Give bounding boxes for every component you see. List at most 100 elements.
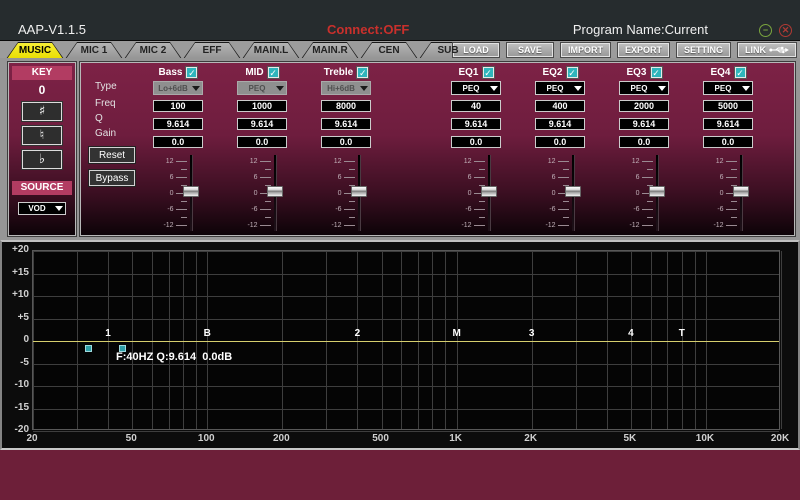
band-type-dropdown[interactable]: Hi+6dB [321,81,371,95]
export-button[interactable]: EXPORT [618,43,669,57]
band-freq-input[interactable]: 100 [153,100,203,112]
tab-main-l[interactable]: MAIN.L [242,42,300,59]
chevron-down-icon [360,86,368,91]
slider-track[interactable] [656,155,659,231]
close-icon[interactable]: ✕ [779,24,792,37]
band-enable-checkbox[interactable]: ✓ [268,67,279,78]
band-freq-input[interactable]: 5000 [703,100,753,112]
band-marker-3[interactable]: 3 [529,328,535,339]
band-q-input[interactable]: 9.614 [619,118,669,130]
slider-handle[interactable] [733,186,749,197]
save-button[interactable]: SAVE [507,43,553,57]
tab-mic-2[interactable]: MIC 2 [124,42,182,59]
band-marker-t[interactable]: T [679,328,685,339]
band-marker-m[interactable]: M [452,328,460,339]
band-gain-input[interactable]: 0.0 [321,136,371,148]
band-enable-checkbox[interactable]: ✓ [186,67,197,78]
link-button[interactable]: LINK [738,43,796,57]
source-dropdown[interactable]: VOD [18,202,66,215]
gridline-vertical [326,251,327,429]
slider-handle[interactable] [183,186,199,197]
eq-drag-handle[interactable] [85,345,92,352]
x-axis-tick-label: 20 [26,433,37,444]
slider-track[interactable] [190,155,193,231]
key-natural-button[interactable]: ♮ [22,126,62,145]
band-type-dropdown[interactable]: PEQ [237,81,287,95]
band-type-dropdown[interactable]: PEQ [451,81,501,95]
band-marker-2[interactable]: 2 [355,328,361,339]
band-enable-checkbox[interactable]: ✓ [357,67,368,78]
band-freq-input[interactable]: 1000 [237,100,287,112]
band-gain-input[interactable]: 0.0 [535,136,585,148]
slider-tick: 12 [629,157,652,165]
slider-track[interactable] [488,155,491,231]
band-freq-input[interactable]: 40 [451,100,501,112]
slider-handle[interactable] [267,186,283,197]
band-gain-slider: 1260-6-12 [247,155,276,231]
slider-tick [163,213,186,221]
slider-track[interactable] [572,155,575,231]
band-q-input[interactable]: 9.614 [703,118,753,130]
band-marker-b[interactable]: B [204,328,211,339]
import-button[interactable]: IMPORT [561,43,610,57]
band-freq-input[interactable]: 2000 [619,100,669,112]
band-type-dropdown[interactable]: PEQ [535,81,585,95]
band-gain-slider: 1260-6-12 [331,155,360,231]
band-enable-checkbox[interactable]: ✓ [567,67,578,78]
band-gain-input[interactable]: 0.0 [153,136,203,148]
key-flat-button[interactable]: ♭ [22,150,62,169]
slider-handle[interactable] [565,186,581,197]
band-gain-slider: 1260-6-12 [545,155,574,231]
gridline-vertical [108,251,109,429]
tab-music[interactable]: MUSIC [6,42,64,59]
slider-tick: 6 [713,173,736,181]
y-axis-tick-label: -15 [3,402,29,413]
band-enable-checkbox[interactable]: ✓ [483,67,494,78]
band-type-dropdown[interactable]: PEQ [619,81,669,95]
slider-handle[interactable] [351,186,367,197]
minimize-icon[interactable]: − [759,24,772,37]
button-label: LINK [745,45,766,55]
tab-eff[interactable]: EFF [183,42,241,59]
slider-handle[interactable] [481,186,497,197]
band-type-value: PEQ [620,84,658,93]
band-type-dropdown[interactable]: Lo+6dB [153,81,203,95]
band-gain-input[interactable]: 0.0 [703,136,753,148]
slider-tick: 12 [545,157,568,165]
slider-handle[interactable] [649,186,665,197]
band-q-input[interactable]: 9.614 [321,118,371,130]
band-marker-4[interactable]: 4 [628,328,634,339]
band-q-input[interactable]: 9.614 [451,118,501,130]
band-gain-input[interactable]: 0.0 [619,136,669,148]
slider-tick [163,197,186,205]
y-axis-tick-label: -20 [3,424,29,435]
graph-plot-area[interactable]: 1B2M34TF:40HZ Q:9.614 0.0dB [32,250,780,430]
slider-track[interactable] [740,155,743,231]
band-gain-input[interactable]: 0.0 [237,136,287,148]
band-enable-checkbox[interactable]: ✓ [735,67,746,78]
key-sharp-button[interactable]: ♯ [22,102,62,121]
band-type-dropdown[interactable]: PEQ [703,81,753,95]
y-axis-tick-label: -10 [3,379,29,390]
band-q-input[interactable]: 9.614 [153,118,203,130]
band-type-value: PEQ [238,84,276,93]
tab-mic-1[interactable]: MIC 1 [65,42,123,59]
tab-sub[interactable]: SUB [419,42,477,59]
slider-track[interactable] [274,155,277,231]
gridline-vertical [432,251,433,429]
band-freq-input[interactable]: 8000 [321,100,371,112]
setting-button[interactable]: SETTING [677,43,730,57]
tab-cen[interactable]: CEN [360,42,418,59]
tab-main-r[interactable]: MAIN.R [301,42,359,59]
slider-track[interactable] [358,155,361,231]
band-q-input[interactable]: 9.614 [237,118,287,130]
band-freq-input[interactable]: 400 [535,100,585,112]
reset-button[interactable]: Reset [89,147,135,163]
toolbar: LOADSAVEIMPORTEXPORTSETTINGLINK [453,43,796,57]
band-name: EQ4 [710,67,730,78]
band-marker-1[interactable]: 1 [105,328,111,339]
band-q-input[interactable]: 9.614 [535,118,585,130]
band-gain-input[interactable]: 0.0 [451,136,501,148]
band-enable-checkbox[interactable]: ✓ [651,67,662,78]
bypass-button[interactable]: Bypass [89,170,135,186]
